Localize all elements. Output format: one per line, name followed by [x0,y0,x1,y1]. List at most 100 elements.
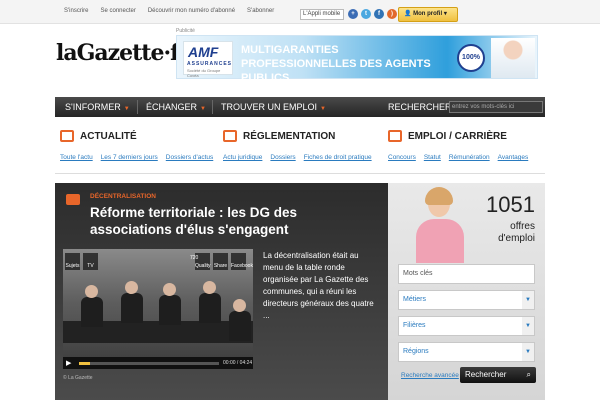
subscriber-number-link[interactable]: Découvrir mon numéro d'abonné [148,8,235,14]
video-player[interactable]: Sujets TV 720 Quality Share Facebook ▶ 00… [63,249,253,369]
caret-down-icon: ▼ [123,106,130,112]
caret-down-icon: ▼ [200,106,206,112]
profile-button[interactable]: 👤 Mon profil ▾ [398,7,458,22]
section-link[interactable]: Fiches de droit pratique [304,154,372,161]
ad-brand-tiny: Société du Groupe Covéa [187,68,221,78]
job-search-widget: 1051 offres d'emploi Mots clés Métiers ▼ … [388,183,545,400]
video-person-head [203,281,216,294]
nav-item-emploi[interactable]: TROUVER UN EMPLOI ▼ [221,102,326,112]
newspaper-icon [60,130,74,142]
nav-item-echanger[interactable]: ÉCHANGER ▼ [146,102,206,112]
section-link[interactable]: Les 7 derniers jours [101,154,158,161]
subscribe-link[interactable]: S'abonner [247,8,274,14]
section-link[interactable]: Dossiers d'actus [166,154,213,161]
job-person-image [398,183,476,263]
video-tool-share[interactable]: Share [213,253,228,270]
section-link[interactable]: Toute l'actu [60,154,93,161]
profile-label: Mon profil [413,11,443,17]
register-link[interactable]: S'inscrire [64,8,88,14]
job-search-button[interactable]: Rechercher ⌕ [460,367,536,383]
section-links: Toute l'actu Les 7 derniers jours Dossie… [60,154,221,161]
account-links: S'inscrire Se connecter Découvrir mon nu… [64,8,286,14]
ad-brand-sub: ASSURANCES [187,61,233,67]
nav-label: TROUVER UN EMPLOI [221,102,318,112]
video-progress-bar[interactable] [79,362,219,365]
site-logo[interactable]: laGazette·fr [56,40,190,66]
section-link[interactable]: Statut [424,154,441,161]
section-link[interactable]: Rémunération [449,154,490,161]
play-icon[interactable]: ▶ [66,359,71,367]
search-input[interactable]: entrez vos mots-clés ici [449,101,543,113]
ad-label: Publicité [176,28,195,34]
rss-icon[interactable]: ) [387,9,397,19]
quality-label: Quality [195,263,211,269]
video-credit: © La Gazette [63,375,93,381]
ad-banner[interactable]: AMF ASSURANCES Société du Groupe Covéa M… [176,35,538,84]
nav-item-informer[interactable]: S'INFORMER ▼ [65,102,130,112]
section-divider [55,173,545,174]
scales-icon [223,130,237,142]
video-tool-facebook[interactable]: Facebook [231,253,253,270]
select-label: Régions [403,348,429,355]
ad-person-image [491,38,535,78]
article-category[interactable]: DÉCENTRALISATION [90,193,156,200]
chevron-down-icon: ▼ [522,317,534,335]
advanced-search-link[interactable]: Recherche avancée [401,372,459,379]
briefcase-icon [388,130,402,142]
search-button-label: Rechercher [465,370,507,379]
video-progress-fill [79,362,91,365]
twitter-icon[interactable]: t [361,9,371,19]
section-link[interactable]: Avantages [498,154,529,161]
section-title[interactable]: EMPLOI / CARRIÈRE [408,131,507,142]
person-hair [425,187,453,205]
chevron-down-icon: ▼ [522,343,534,361]
section-link[interactable]: Dossiers [270,154,295,161]
top-utility-bar: S'inscrire Se connecter Découvrir mon nu… [0,0,600,24]
login-link[interactable]: Se connecter [100,8,135,14]
article-summary[interactable]: La décentralisation était au menu de la … [263,250,379,322]
section-title[interactable]: RÉGLEMENTATION [243,131,335,142]
video-person-figure [81,297,103,327]
video-person-head [233,299,246,312]
video-person-head [163,283,176,296]
video-controls: ▶ 00:00 / 04:24 [63,357,253,369]
ad-headline: MULTIGARANTIES PROFESSIONNELLES DES AGEN… [241,44,431,84]
job-count-label: offres d'emploi [498,221,535,244]
nav-divider [212,100,213,114]
video-person-head [125,281,138,294]
metiers-select[interactable]: Métiers ▼ [398,290,535,310]
nav-label: S'INFORMER [65,102,121,112]
ad-brand-name: AMF [188,44,219,60]
video-person-head [85,285,98,298]
regions-select[interactable]: Régions ▼ [398,342,535,362]
nav-label: ÉCHANGER [146,102,198,112]
section-links: Concours Statut Rémunération Avantages [388,154,536,161]
chevron-down-icon: ▾ [443,11,447,17]
job-count: 1051 [486,192,535,217]
article-title[interactable]: Réforme territoriale : les DG des associ… [90,204,370,238]
keywords-input[interactable]: Mots clés [398,264,535,284]
search-icon: ⌕ [526,370,531,379]
section-link[interactable]: Actu juridique [223,154,262,161]
filieres-select[interactable]: Filières ▼ [398,316,535,336]
chevron-down-icon: ▼ [522,291,534,309]
select-label: Métiers [403,296,426,303]
section-links: Actu juridique Dossiers Fiches de droit … [223,154,380,161]
person-body [416,219,464,263]
nav-divider [137,100,138,114]
featured-article: DÉCENTRALISATION Réforme territoriale : … [55,183,388,400]
facebook-icon[interactable]: f [374,9,384,19]
nav-search-label: RECHERCHER [388,102,452,112]
video-time: 00:00 / 04:24 [223,360,253,366]
section-title[interactable]: ACTUALITÉ [80,131,137,142]
video-tool-sujets[interactable]: Sujets [65,253,80,270]
caret-down-icon: ▼ [320,106,326,112]
social-icons: + t f ) [348,9,400,19]
section-link[interactable]: Concours [388,154,416,161]
video-tool-quality[interactable]: 720 Quality [190,253,211,270]
share-icon[interactable]: + [348,9,358,19]
video-tool-tv[interactable]: TV [83,253,98,270]
video-person-figure [121,293,143,323]
video-tools-left: Sujets TV [65,253,101,270]
mobile-app-link[interactable]: L'Appli mobile [300,9,344,20]
